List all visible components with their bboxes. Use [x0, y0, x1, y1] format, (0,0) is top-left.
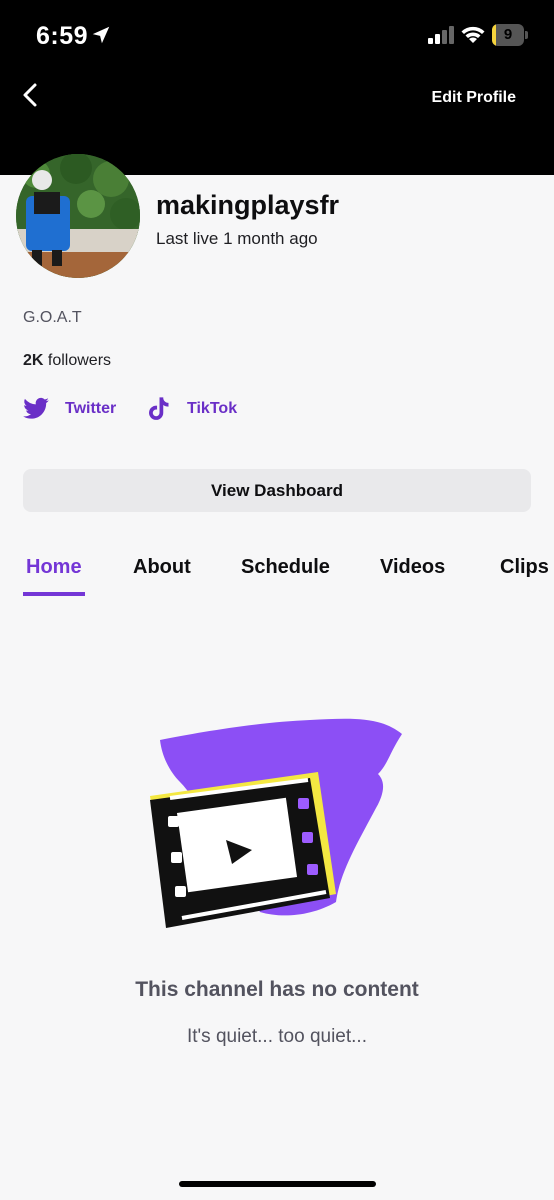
tab-home[interactable]: Home — [26, 556, 82, 579]
last-live-status: Last live 1 month ago — [156, 229, 318, 248]
wifi-icon — [461, 26, 485, 43]
followers-number: 2K — [23, 352, 44, 369]
battery-indicator: 9 — [492, 24, 528, 46]
followers-label: followers — [43, 352, 112, 369]
chevron-left-icon[interactable] — [18, 82, 42, 108]
tiktok-link[interactable]: TikTok — [144, 394, 237, 424]
twitter-bird-icon — [23, 397, 49, 419]
home-indicator — [179, 1181, 376, 1187]
twitter-label: Twitter — [65, 400, 117, 417]
view-dashboard-button[interactable]: View Dashboard — [23, 469, 531, 512]
empty-state-title: This channel has no content — [135, 978, 419, 1001]
twitter-link[interactable]: Twitter — [22, 394, 116, 424]
location-arrow-icon — [92, 26, 110, 44]
followers-count: 2K followers — [23, 352, 111, 370]
tab-videos[interactable]: Videos — [380, 556, 445, 579]
film-strip-play-icon — [150, 718, 402, 928]
status-time: 6:59 — [36, 22, 89, 50]
edit-profile-button[interactable]: Edit Profile — [432, 89, 516, 107]
channel-bio: G.O.A.T — [23, 309, 82, 326]
tab-about[interactable]: About — [133, 556, 191, 579]
cellular-signal-icon — [428, 26, 454, 44]
tiktok-icon — [149, 397, 169, 420]
channel-username: makingplaysfr — [156, 190, 340, 220]
battery-level: 9 — [503, 26, 513, 43]
avatar-photo — [16, 154, 140, 278]
active-tab-indicator — [23, 592, 85, 596]
tab-clips[interactable]: Clips — [500, 556, 549, 579]
top-bar: 6:59 9 Edit Profile — [0, 0, 554, 175]
tiktok-label: TikTok — [187, 400, 238, 417]
empty-state-subtitle: It's quiet... too quiet... — [186, 1026, 367, 1047]
avatar[interactable] — [16, 154, 140, 278]
tab-schedule[interactable]: Schedule — [241, 556, 330, 579]
